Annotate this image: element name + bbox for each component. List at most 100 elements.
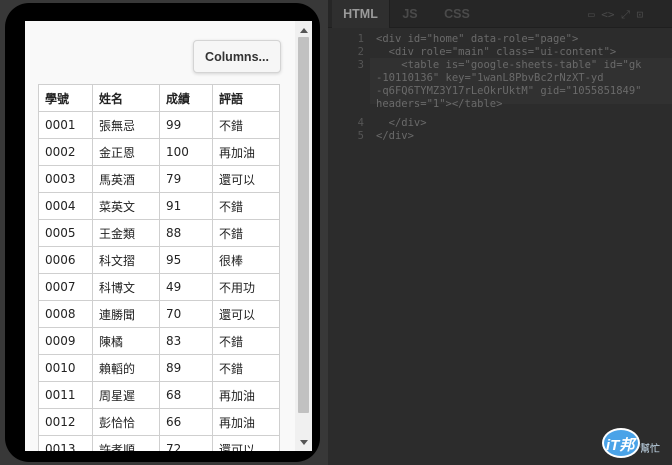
cell-score: 79 [159,165,213,193]
cell-score: 72 [159,435,213,451]
editor-toolbar-icons[interactable]: ▭ <> ⤢ ⊡ [588,8,668,22]
table-row: 0012 彭恰恰 66 再加油 [38,408,280,436]
cell-name: 許孝順 [92,435,160,451]
cell-name: 陳橘 [92,327,160,355]
phone-frame: Columns... 學號 姓名 成績 評語 0001 張無忌 99 不錯 0002 金正… [5,3,320,462]
cell-score: 100 [159,138,213,166]
phone-screen: Columns... 學號 姓名 成績 評語 0001 張無忌 99 不錯 0002 金正… [25,21,312,451]
code-editor: HTML JS CSS ▭ <> ⤢ ⊡ 123 45 <div id="home… [328,0,672,465]
cell-student-id: 0004 [38,192,93,220]
page-content: Columns... 學號 姓名 成績 評語 0001 張無忌 99 不錯 0002 金正… [25,21,295,451]
cell-name: 連勝聞 [92,300,160,328]
code-line: <table is="google-sheets-table" id="gk [376,59,642,71]
cell-comment: 再加油 [212,408,280,436]
line-number: 3 [357,59,364,71]
cell-comment: 很棒 [212,246,280,274]
cell-student-id: 0003 [38,165,93,193]
cell-student-id: 0002 [38,138,93,166]
cell-comment: 還可以 [212,435,280,451]
table-row: 0002 金正恩 100 再加油 [38,138,280,166]
cell-student-id: 0001 [38,111,93,139]
cell-student-id: 0007 [38,273,93,301]
cell-comment: 不錯 [212,354,280,382]
header-name[interactable]: 姓名 [92,84,160,112]
cell-score: 70 [159,300,213,328]
code-line: -10110136" key="1wanL8PbvBc2rNzXT-yd [376,72,604,84]
cell-student-id: 0011 [38,381,93,409]
table-row: 0008 連勝聞 70 還可以 [38,300,280,328]
scroll-up-arrow-icon[interactable] [295,25,312,35]
google-sheets-table: 學號 姓名 成績 評語 0001 張無忌 99 不錯 0002 金正恩 100 再加油 0003… [38,84,280,451]
logo-subtext: 幫忙 [640,444,660,455]
cell-score: 89 [159,354,213,382]
scroll-down-arrow-icon[interactable] [295,437,312,447]
table-row: 0006 科文摺 95 很棒 [38,246,280,274]
cell-student-id: 0013 [38,435,93,451]
cell-comment: 還可以 [212,300,280,328]
line-number: 5 [357,130,364,142]
cell-comment: 不錯 [212,111,280,139]
cell-comment: 不錯 [212,327,280,355]
line-number: 4 [357,117,364,129]
code-line: </div> [376,130,414,142]
tab-js[interactable]: JS [390,0,430,28]
code-line: -q6FQ6TYMZ3Y17rLeOkrUktM" gid="105585184… [376,85,642,97]
cell-name: 周星遲 [92,381,160,409]
cell-name: 科博文 [92,273,160,301]
table-row: 0001 張無忌 99 不錯 [38,111,280,139]
table-row: 0004 菜英文 91 不錯 [38,192,280,220]
cell-student-id: 0009 [38,327,93,355]
cell-comment: 不錯 [212,192,280,220]
cell-student-id: 0005 [38,219,93,247]
scrollbar[interactable] [295,21,312,451]
cell-student-id: 0010 [38,354,93,382]
cell-score: 49 [159,273,213,301]
cell-name: 賴轁的 [92,354,160,382]
tab-html[interactable]: HTML [332,0,390,28]
cell-score: 91 [159,192,213,220]
cell-name: 科文摺 [92,246,160,274]
cell-name: 張無忌 [92,111,160,139]
cell-student-id: 0006 [38,246,93,274]
line-number: 1 [357,33,364,45]
cell-score: 83 [159,327,213,355]
cell-name: 馬英酒 [92,165,160,193]
table-row: 0009 陳橘 83 不錯 [38,327,280,355]
code-line: <div role="main" class="ui-content"> [376,46,617,58]
ithome-logo: iT邦 幫忙 [600,424,670,460]
code-line: headers="1"></table> [376,98,503,110]
line-number: 2 [357,46,364,58]
cell-comment: 不錯 [212,219,280,247]
columns-button[interactable]: Columns... [193,40,281,73]
header-student-id[interactable]: 學號 [38,84,93,112]
table-row: 0011 周星遲 68 再加油 [38,381,280,409]
cell-score: 95 [159,246,213,274]
code-line: </div> [376,117,427,129]
cell-name: 彭恰恰 [92,408,160,436]
cell-comment: 再加油 [212,138,280,166]
cell-comment: 還可以 [212,165,280,193]
cell-score: 66 [159,408,213,436]
scroll-thumb[interactable] [298,37,309,413]
header-comment[interactable]: 評語 [212,84,280,112]
cell-comment: 不用功 [212,273,280,301]
cell-comment: 再加油 [212,381,280,409]
cell-score: 99 [159,111,213,139]
cell-name: 王金類 [92,219,160,247]
table-row: 0003 馬英酒 79 還可以 [38,165,280,193]
cell-name: 金正恩 [92,138,160,166]
cell-score: 88 [159,219,213,247]
tab-css[interactable]: CSS [432,0,482,28]
table-row: 0007 科博文 49 不用功 [38,273,280,301]
header-score[interactable]: 成績 [159,84,213,112]
editor-tabs: HTML JS CSS ▭ <> ⤢ ⊡ [328,0,672,28]
logo-text: iT邦 [606,437,635,454]
table-row: 0010 賴轁的 89 不錯 [38,354,280,382]
code-line: <div id="home" data-role="page"> [376,33,579,45]
cell-student-id: 0012 [38,408,93,436]
table-row: 0013 許孝順 72 還可以 [38,435,280,451]
cell-name: 菜英文 [92,192,160,220]
line-number-gutter: 123 45 [328,28,370,465]
cell-student-id: 0008 [38,300,93,328]
table-header-row: 學號 姓名 成績 評語 [38,84,280,112]
